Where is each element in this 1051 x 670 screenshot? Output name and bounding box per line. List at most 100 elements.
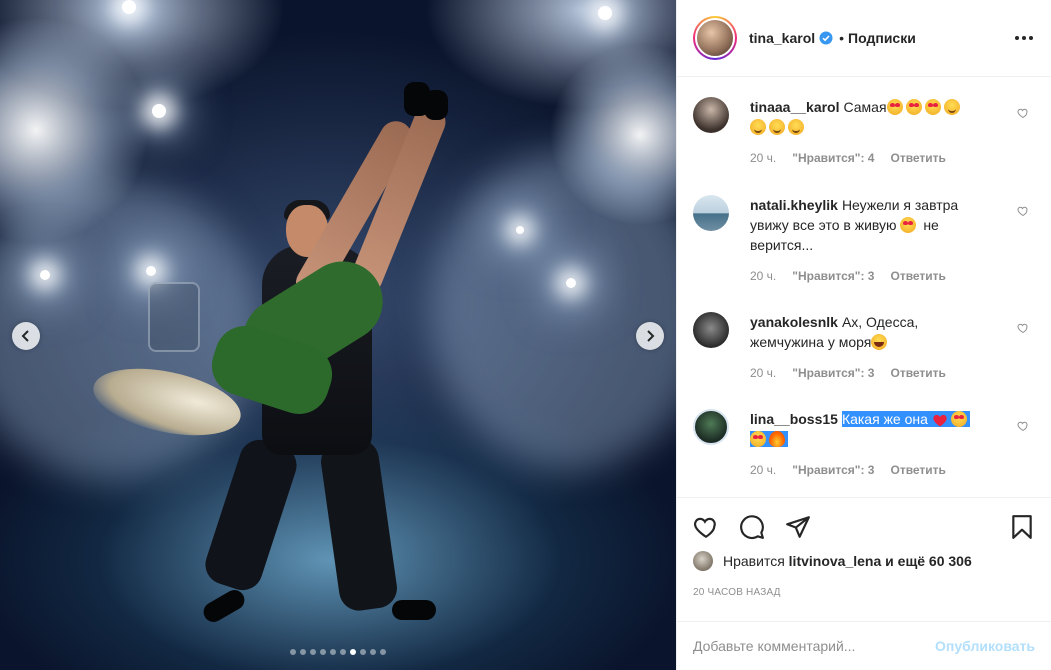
comment-like-heart-icon[interactable] (1017, 107, 1029, 119)
stage-light (152, 104, 166, 118)
comment-likes[interactable]: "Нравится": 4 (792, 148, 874, 168)
comment-avatar[interactable] (693, 312, 729, 348)
slide-dot (300, 649, 306, 655)
comment-time[interactable]: 20 ч. (750, 363, 776, 383)
comment-item: natali.kheylik Неужели я завтра увижу все… (693, 195, 1039, 286)
comment-input[interactable] (693, 638, 936, 654)
comment-username[interactable]: tinaaa__karol (750, 99, 840, 115)
post-header: tina_karol • Подписки (677, 0, 1051, 77)
red-heart-emoji (933, 414, 947, 427)
stage-light (146, 266, 156, 276)
comment-meta: 20 ч. "Нравится": 3 Ответить (750, 460, 990, 480)
stage-light (566, 278, 576, 288)
comment-like-heart-icon[interactable] (1017, 205, 1029, 217)
fire-emoji (769, 431, 785, 447)
more-dot (1029, 36, 1033, 40)
reply-button[interactable]: Ответить (890, 363, 945, 383)
next-slide-button[interactable] (636, 322, 664, 350)
smile-emoji (788, 119, 804, 135)
liker-avatar[interactable] (693, 551, 713, 571)
heart-eyes-emoji (924, 99, 941, 115)
slide-dot (290, 649, 296, 655)
comment-item: yanakolesnlk Ах, Одесса, жемчужина у моря… (693, 312, 1039, 383)
comment-text: Самая (843, 99, 887, 115)
comment-likes[interactable]: "Нравится": 3 (792, 460, 874, 480)
comment-username[interactable]: lina__boss15 (750, 411, 838, 427)
heart-eyes-emoji (750, 431, 766, 447)
smile-emoji (769, 119, 785, 135)
header-separator: • (839, 30, 845, 46)
comment-time[interactable]: 20 ч. (750, 460, 776, 480)
reply-button[interactable]: Ответить (890, 266, 945, 286)
comment-meta: 20 ч. "Нравится": 3 Ответить (750, 266, 990, 286)
slide-dot (380, 649, 386, 655)
comment-like-heart-icon[interactable] (1017, 322, 1029, 334)
comments-list[interactable]: tinaaa__karol Самая 20 ч. "Нравится": 4 О… (677, 77, 1051, 497)
stage-light (122, 0, 136, 14)
liker-username[interactable]: litvinova_lena (789, 553, 882, 569)
publish-button[interactable]: Опубликовать (935, 638, 1035, 654)
comment-avatar[interactable] (693, 409, 729, 445)
comment-item: tinaaa__karol Самая 20 ч. "Нравится": 4 О… (693, 97, 1039, 168)
comment-meta: 20 ч. "Нравится": 3 Ответить (750, 363, 990, 383)
stage-light (516, 226, 524, 234)
add-comment-bar: Опубликовать (677, 621, 1051, 670)
slide-dot (360, 649, 366, 655)
comment-item: lina__boss15 Какая же она 20 ч. "Нравится… (693, 409, 1039, 480)
slide-dot (350, 649, 356, 655)
reply-button[interactable]: Ответить (890, 148, 945, 168)
slide-dot (340, 649, 346, 655)
smile-emoji (943, 99, 960, 115)
smile-emoji (750, 119, 766, 135)
comment-avatar[interactable] (693, 195, 729, 231)
stage-light (40, 270, 50, 280)
likes-count[interactable]: и ещё 60 306 (885, 553, 972, 569)
more-dot (1015, 36, 1019, 40)
dancer-leg (200, 434, 302, 596)
slide-dot (320, 649, 326, 655)
comment-avatar[interactable] (693, 97, 729, 133)
more-dot (1022, 36, 1026, 40)
comment-text: Какая же она (841, 411, 928, 427)
comment-like-heart-icon[interactable] (1017, 420, 1029, 432)
comment-icon[interactable] (739, 514, 765, 540)
stage-light (598, 6, 612, 20)
verified-badge-icon (819, 31, 833, 45)
slide-dot (370, 649, 376, 655)
dancer-shoe (199, 586, 249, 626)
author-username[interactable]: tina_karol (749, 30, 815, 46)
comment-likes[interactable]: "Нравится": 3 (792, 266, 874, 286)
heart-eyes-emoji (950, 411, 967, 427)
comment-meta: 20 ч. "Нравится": 4 Ответить (750, 148, 990, 168)
post-timestamp[interactable]: 20 ЧАСОВ НАЗАД (693, 587, 781, 598)
likes-prefix: Нравится (723, 553, 785, 569)
more-options-button[interactable] (1013, 30, 1035, 46)
drum-kit (148, 282, 200, 352)
comment-username[interactable]: natali.kheylik (750, 197, 838, 213)
comment-time[interactable]: 20 ч. (750, 266, 776, 286)
chevron-right-icon (647, 330, 655, 342)
heart-eyes-emoji (900, 217, 917, 233)
comment-time[interactable]: 20 ч. (750, 148, 776, 168)
post-actions: Нравится litvinova_lena и ещё 60 306 20 … (677, 497, 1051, 621)
likes-summary: Нравится litvinova_lena и ещё 60 306 (693, 551, 972, 571)
post-photo[interactable] (0, 0, 676, 670)
chevron-left-icon (21, 330, 29, 342)
comment-likes[interactable]: "Нравится": 3 (792, 363, 874, 383)
heart-eyes-emoji (905, 99, 922, 115)
slide-indicator (0, 649, 676, 655)
heart-icon[interactable] (693, 514, 719, 540)
female-dancer-shoe (424, 90, 448, 120)
slide-dot (330, 649, 336, 655)
dancer-shoe (392, 600, 436, 620)
reply-button[interactable]: Ответить (890, 460, 945, 480)
dancer-leg (318, 436, 400, 614)
bookmark-icon[interactable] (1009, 514, 1035, 540)
author-avatar[interactable] (693, 16, 737, 60)
previous-slide-button[interactable] (12, 322, 40, 350)
heart-eyes-emoji (886, 99, 903, 115)
comment-username[interactable]: yanakolesnlk (750, 314, 838, 330)
following-button[interactable]: Подписки (848, 30, 916, 46)
share-icon[interactable] (785, 514, 811, 540)
laugh-emoji (871, 334, 888, 350)
